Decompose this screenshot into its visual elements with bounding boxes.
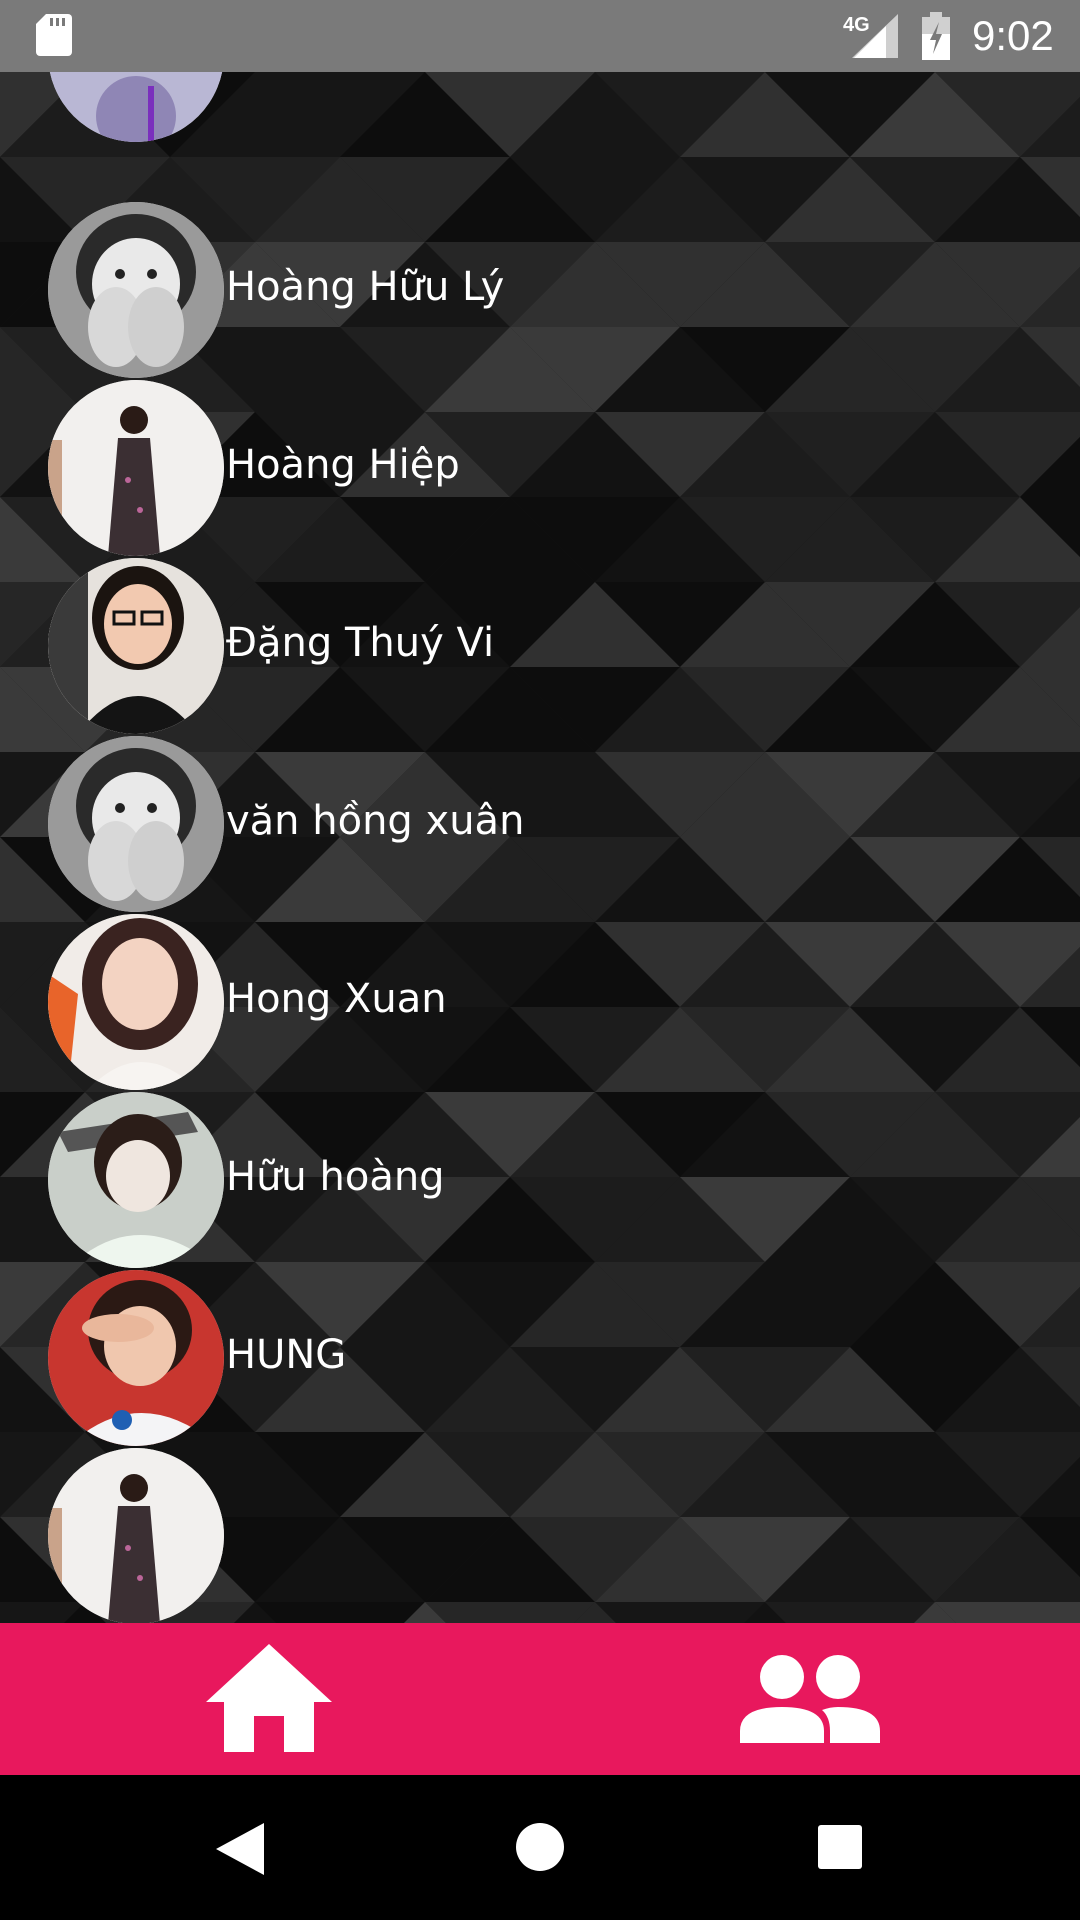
friend-avatar xyxy=(48,1448,224,1623)
recents-icon[interactable] xyxy=(818,1825,862,1869)
friend-name: Hoàng Hữu Lý xyxy=(226,264,505,310)
friend-name: Đặng Thuý Vi xyxy=(226,620,495,666)
friend-item[interactable]: Hữu hoàng xyxy=(0,1092,1080,1270)
friend-item[interactable] xyxy=(0,1448,1080,1623)
friend-item[interactable]: Hong Xuan xyxy=(0,914,1080,1092)
friend-name: Hoàng Hiệp xyxy=(226,442,460,488)
friend-avatar xyxy=(48,736,224,912)
back-icon[interactable] xyxy=(216,1823,264,1875)
friend-name: HUNG xyxy=(226,1332,347,1378)
friend-item[interactable]: văn hồng xuân xyxy=(0,736,1080,914)
friend-name: văn hồng xuân xyxy=(226,798,525,844)
friend-avatar xyxy=(48,380,224,556)
friend-avatar xyxy=(48,914,224,1090)
home-icon xyxy=(206,1644,332,1752)
clock: 9:02 xyxy=(972,12,1054,59)
friend-item[interactable] xyxy=(0,72,1080,144)
friend-item[interactable]: HUNG xyxy=(0,1270,1080,1448)
friends-tab[interactable] xyxy=(540,1623,1080,1775)
battery-charging-icon xyxy=(922,12,950,60)
friend-avatar xyxy=(48,202,224,378)
friend-item[interactable]: Hoàng Hiệp xyxy=(0,380,1080,558)
signal-icon xyxy=(852,14,898,58)
friend-item[interactable]: Đặng Thuý Vi xyxy=(0,558,1080,736)
friend-avatar xyxy=(48,1270,224,1446)
friend-item[interactable]: Hoàng Hữu Lý xyxy=(0,202,1080,380)
home-tab[interactable] xyxy=(0,1623,540,1775)
friend-name: Hữu hoàng xyxy=(226,1154,445,1200)
home-circle-icon[interactable] xyxy=(516,1823,564,1871)
friend-avatar xyxy=(48,72,224,142)
system-navigation-bar xyxy=(0,1775,1080,1920)
friends-list[interactable]: Hoàng Hữu Lý Hoàng Hiệp Đặng Thuý Vi văn… xyxy=(0,72,1080,1623)
people-icon xyxy=(740,1655,880,1743)
sd-card-icon xyxy=(36,14,72,56)
friend-avatar xyxy=(48,1092,224,1268)
status-bar: 4G 9:02 xyxy=(0,0,1080,72)
bottom-navigation xyxy=(0,1623,1080,1775)
friend-name: Hong Xuan xyxy=(226,976,447,1022)
friends-screen: Hoàng Hữu Lý Hoàng Hiệp Đặng Thuý Vi văn… xyxy=(0,72,1080,1623)
friend-avatar xyxy=(48,558,224,734)
